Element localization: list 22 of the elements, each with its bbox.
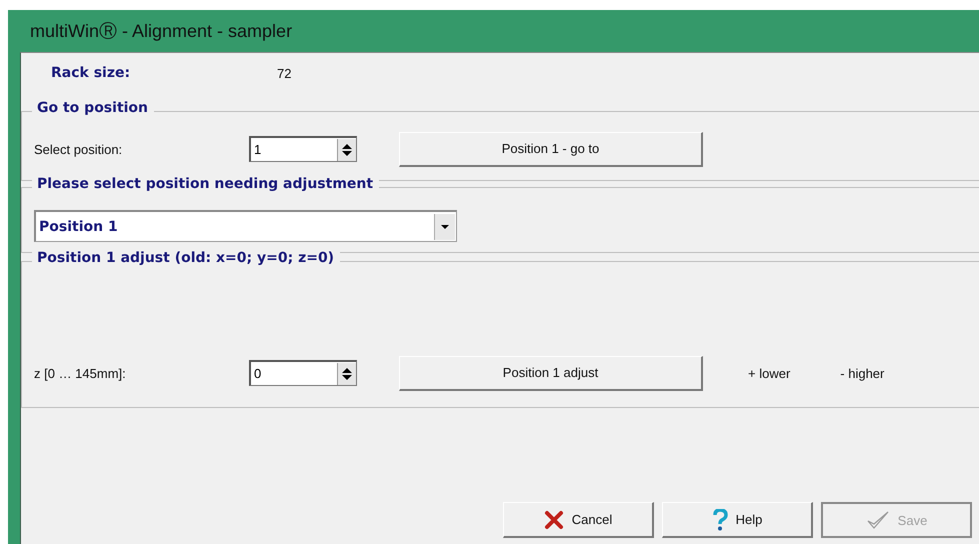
cross-icon (544, 510, 564, 530)
cancel-button[interactable]: Cancel (503, 502, 654, 538)
z-spinner[interactable]: 0 (249, 360, 357, 386)
group-title: Go to position (32, 100, 154, 116)
rack-size-value: 72 (277, 66, 292, 80)
field-label: z [0 … 145mm]: (34, 366, 127, 380)
direction-hint: + lower (748, 366, 790, 380)
adjust-button[interactable]: Position 1 adjust (399, 356, 703, 390)
window-title: multiWinⓇ - Alignment - sampler (30, 20, 292, 43)
group-title: Please select position needing adjustment (32, 176, 380, 192)
group-title: Position 1 adjust (old: x=0; y=0; z=0) (32, 250, 340, 266)
position-spinner[interactable]: 1 (249, 136, 357, 162)
spin-arrows-icon[interactable] (337, 362, 356, 384)
field-label: Select position: (34, 142, 124, 156)
position-dropdown[interactable]: Position 1 (34, 210, 457, 242)
spin-arrows-icon[interactable] (337, 138, 356, 160)
checkmark-icon (866, 510, 890, 530)
direction-hint: - higher (840, 366, 884, 380)
go-to-button[interactable]: Position 1 - go to (399, 132, 703, 166)
rack-size-label: Rack size: (51, 65, 132, 81)
help-button[interactable]: Help (662, 502, 813, 538)
question-mark-icon (712, 508, 728, 530)
